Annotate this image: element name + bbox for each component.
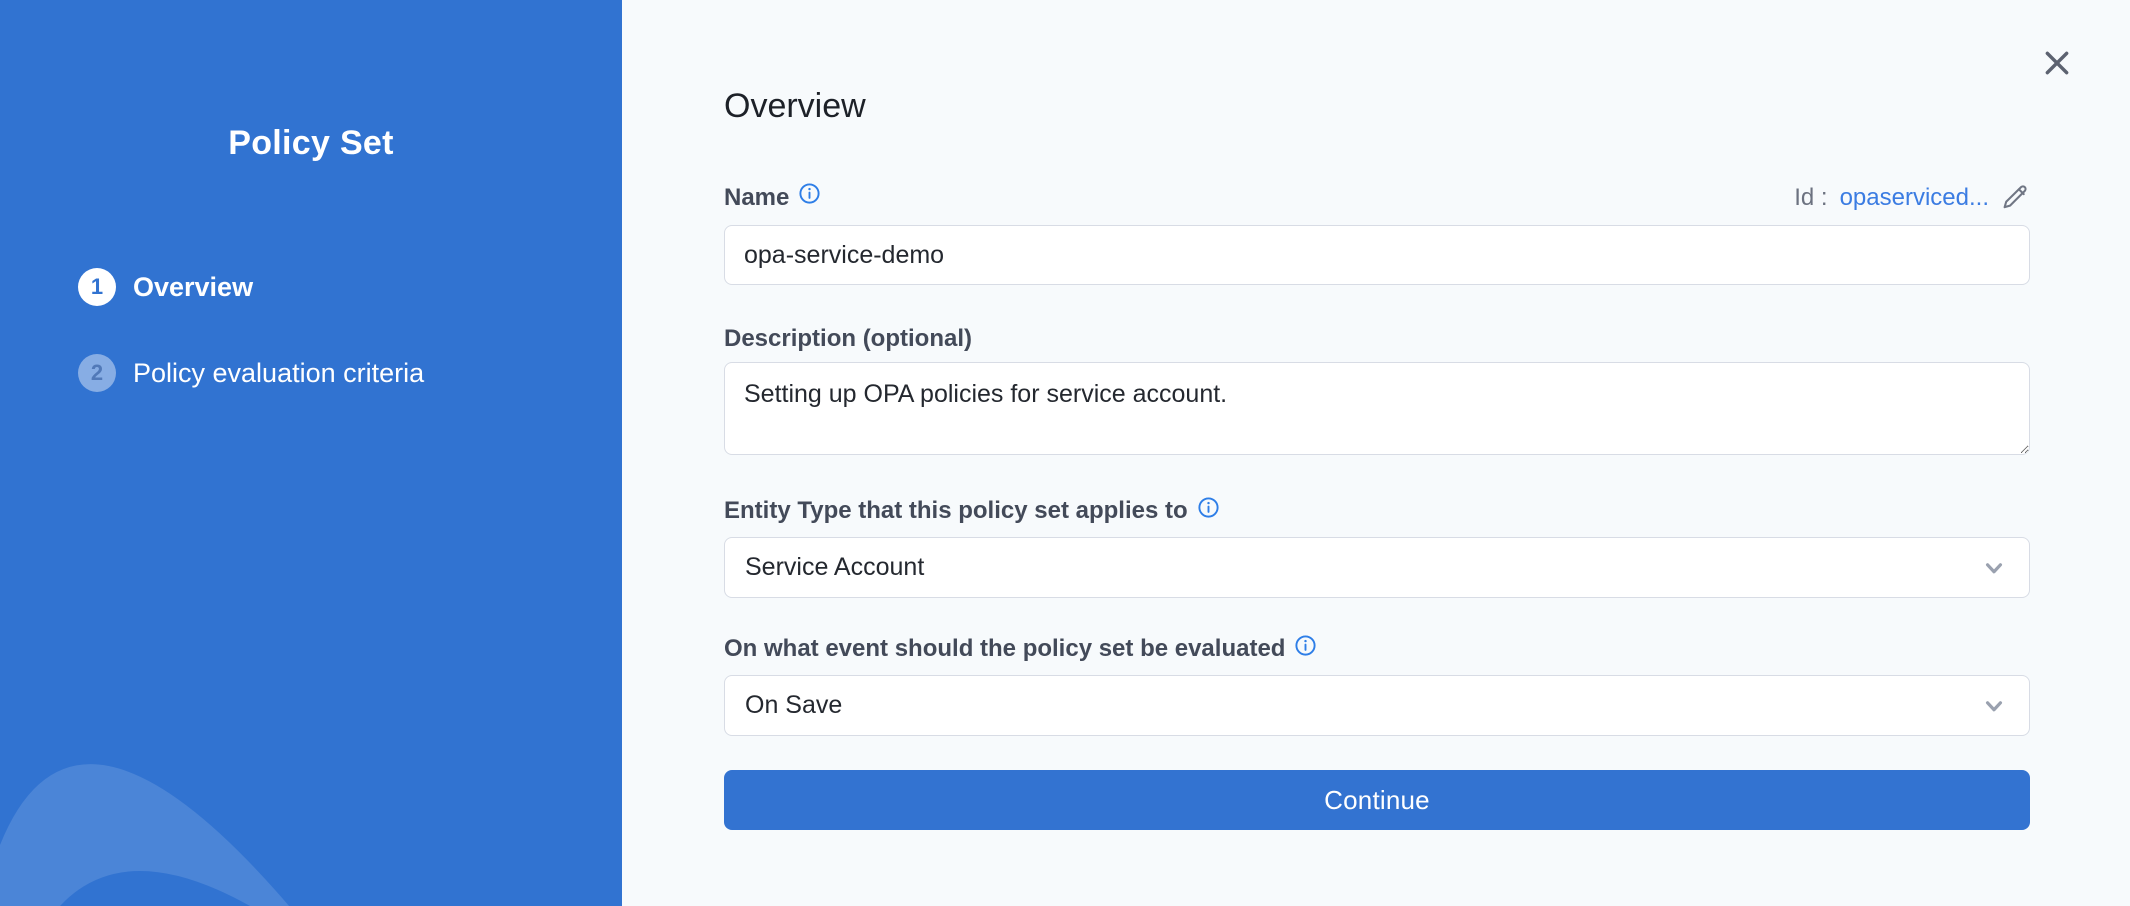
step-list: 1 Overview 2 Policy evaluation criteria [0,268,622,392]
sidebar-wave-decoration [0,696,622,906]
continue-button[interactable]: Continue [724,770,2030,830]
step-policy-evaluation-criteria[interactable]: 2 Policy evaluation criteria [78,354,622,392]
id-label: Id : [1794,184,1827,212]
name-label: Name [724,184,821,212]
chevron-down-icon [1979,691,2009,721]
info-icon[interactable] [1197,496,1220,519]
entity-type-select[interactable]: Service Account [724,537,2030,598]
step-overview[interactable]: 1 Overview [78,268,622,306]
entity-type-label: Entity Type that this policy set applies… [724,497,2030,525]
name-id-row: Name Id : opaserviced... [724,183,2030,212]
event-select[interactable]: On Save [724,675,2030,736]
id-value-link[interactable]: opaserviced... [1840,184,1989,212]
overview-panel: Overview Name Id : opaserviced... [622,0,2130,906]
event-selected-value: On Save [745,691,842,720]
page-title: Overview [724,86,2030,126]
name-input[interactable] [724,225,2030,285]
step-label: Overview [133,270,253,304]
edit-icon [2001,183,2030,212]
policy-set-sidebar: Policy Set 1 Overview 2 Policy evaluatio… [0,0,622,906]
step-number-badge: 2 [78,354,116,392]
info-icon[interactable] [798,182,821,205]
sidebar-title: Policy Set [0,122,622,164]
entity-type-selected-value: Service Account [745,553,924,582]
description-textarea[interactable]: Setting up OPA policies for service acco… [724,362,2030,455]
id-group: Id : opaserviced... [1794,183,2030,212]
description-label: Description (optional) [724,325,2030,353]
edit-id-button[interactable] [2001,183,2030,212]
step-label: Policy evaluation criteria [133,356,424,390]
step-number-badge: 1 [78,268,116,306]
info-icon[interactable] [1294,634,1317,657]
close-icon [2042,48,2072,78]
close-button[interactable] [2038,44,2076,82]
chevron-down-icon [1979,553,2009,583]
event-label: On what event should the policy set be e… [724,635,2030,663]
